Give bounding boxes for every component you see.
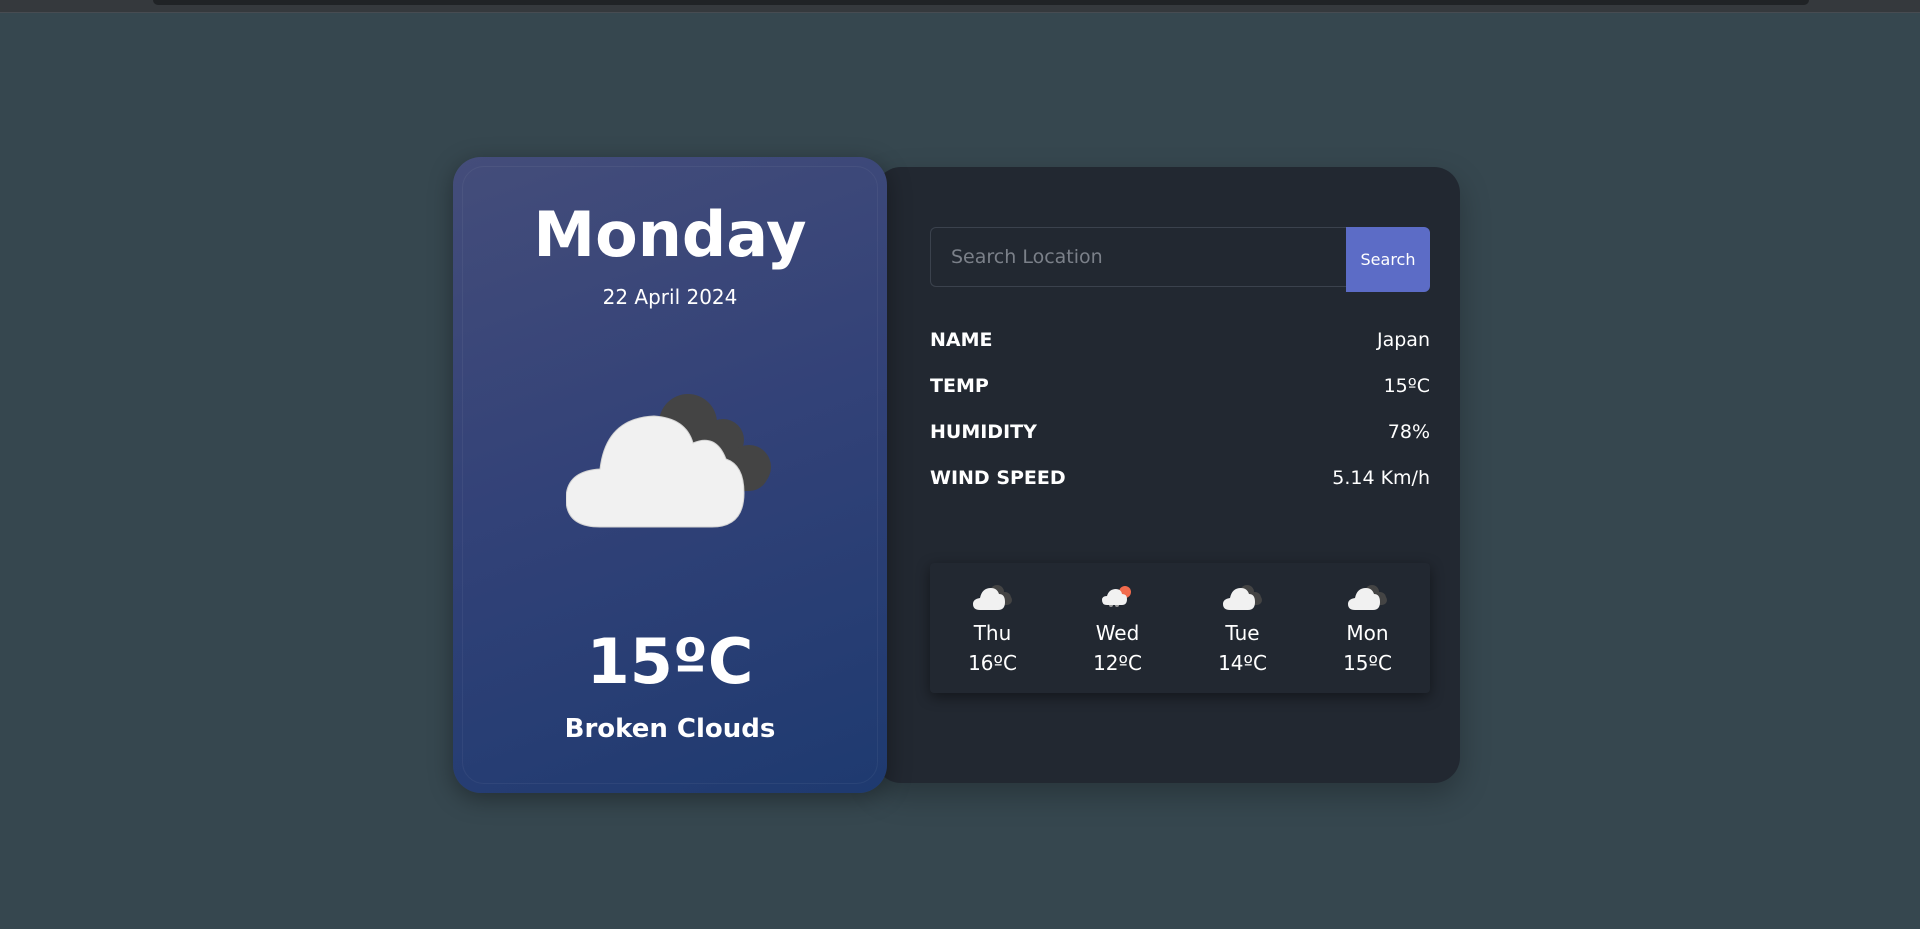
- broken-clouds-icon: [1222, 585, 1262, 610]
- info-row-wind-speed: WIND SPEED 5.14 Km/h: [930, 462, 1430, 494]
- weather-description: Broken Clouds: [564, 714, 776, 744]
- forecast-list: Thu 16ºC Wed 12ºC Tue 14ºC Mon 15ºC: [930, 563, 1430, 693]
- current-date: 22 April 2024: [602, 285, 738, 309]
- info-label-temp: TEMP: [930, 375, 989, 397]
- broken-clouds-icon: [566, 394, 771, 528]
- info-row-name: NAME Japan: [930, 324, 1430, 356]
- forecast-day: Mon: [1346, 621, 1389, 645]
- forecast-item[interactable]: Tue 14ºC: [1180, 563, 1305, 693]
- info-value-wind-speed: 5.14 Km/h: [1332, 467, 1430, 489]
- forecast-temp: 12ºC: [1093, 651, 1142, 675]
- broken-clouds-icon: [972, 585, 1012, 610]
- forecast-day: Wed: [1095, 621, 1140, 645]
- info-label-humidity: HUMIDITY: [930, 421, 1037, 443]
- day-name: Monday: [533, 198, 807, 271]
- forecast-item[interactable]: Mon 15ºC: [1305, 563, 1430, 693]
- forecast-temp: 15ºC: [1343, 651, 1392, 675]
- info-row-temp: TEMP 15ºC: [930, 370, 1430, 402]
- info-label-name: NAME: [930, 329, 993, 351]
- info-label-wind-speed: WIND SPEED: [930, 467, 1066, 489]
- search-button[interactable]: Search: [1346, 227, 1430, 292]
- browser-frame-divider: [0, 12, 1920, 13]
- search-location-input[interactable]: [930, 227, 1347, 287]
- info-value-humidity: 78%: [1387, 421, 1430, 443]
- forecast-item[interactable]: Thu 16ºC: [930, 563, 1055, 693]
- forecast-temp: 14ºC: [1218, 651, 1267, 675]
- browser-frame-edge: [153, 0, 1809, 5]
- info-value-temp: 15ºC: [1383, 375, 1430, 397]
- forecast-item[interactable]: Wed 12ºC: [1055, 563, 1180, 693]
- forecast-day: Tue: [1225, 621, 1260, 645]
- info-value-name: Japan: [1377, 329, 1430, 351]
- broken-clouds-icon: [1347, 585, 1387, 610]
- forecast-temp: 16ºC: [968, 651, 1017, 675]
- current-temperature: 15ºC: [586, 625, 754, 698]
- forecast-day: Thu: [973, 621, 1012, 645]
- cloud-sun-icon: [1101, 586, 1131, 607]
- browser-frame-strip: [0, 0, 1920, 13]
- info-row-humidity: HUMIDITY 78%: [930, 416, 1430, 448]
